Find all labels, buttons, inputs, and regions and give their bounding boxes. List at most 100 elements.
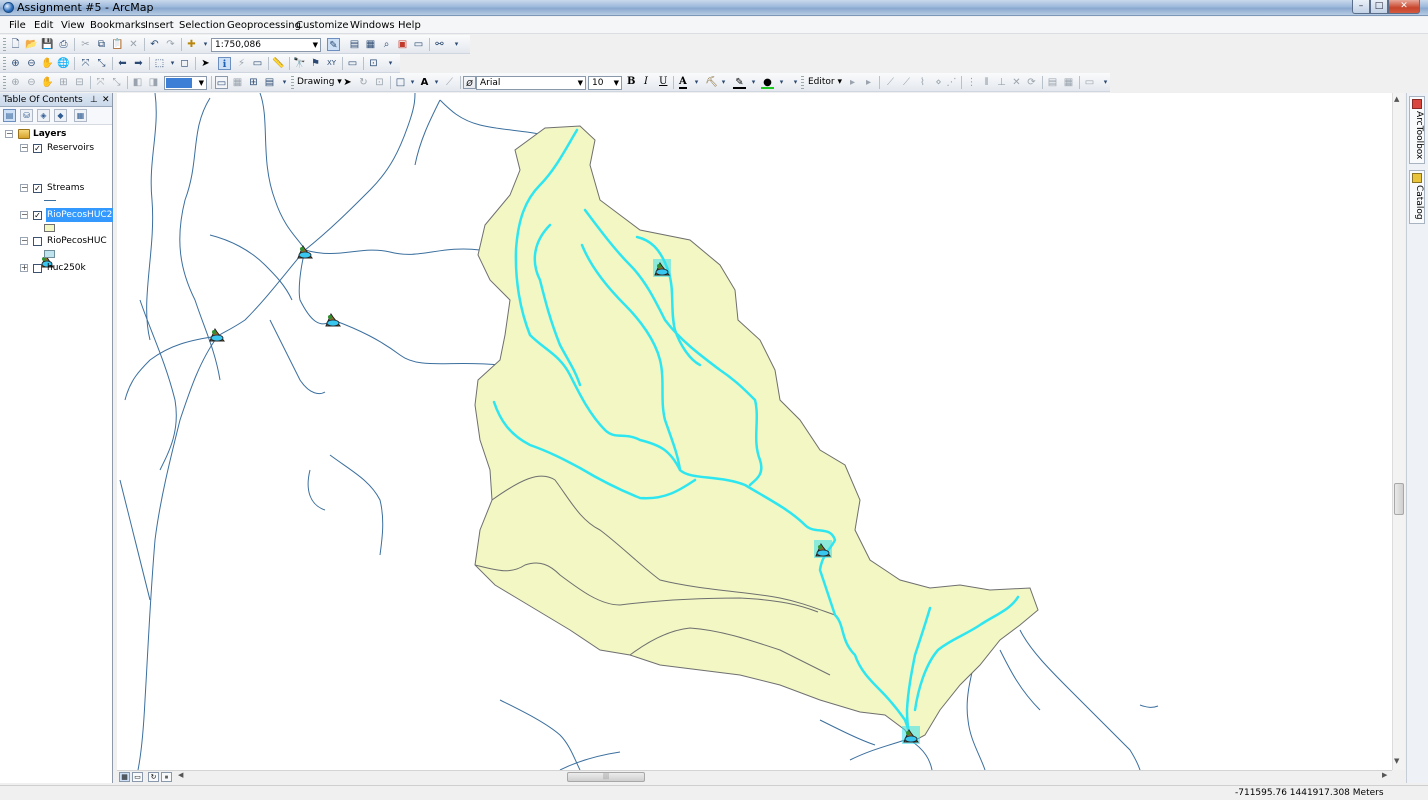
list-by-visibility-icon[interactable]: ◈ <box>37 109 50 122</box>
toolbar-grip[interactable] <box>3 57 6 70</box>
layout-fixed-zoom-out-icon[interactable]: ⤡ <box>110 76 123 89</box>
undo-icon[interactable]: ↶ <box>148 38 161 51</box>
menu-windows[interactable]: Windows <box>348 19 397 32</box>
end-point-arc-icon[interactable]: ⟋ <box>900 76 913 89</box>
trace-icon[interactable]: ⌇ <box>916 76 929 89</box>
menu-bookmarks[interactable]: Bookmarks <box>88 19 148 32</box>
font-color-dropdown-icon[interactable]: ▾ <box>690 76 703 89</box>
change-layout-icon[interactable]: ⊞ <box>247 76 260 89</box>
save-icon[interactable]: 💾 <box>41 38 54 51</box>
underline-button[interactable]: U <box>659 76 667 87</box>
pan-icon[interactable]: ✋ <box>41 57 54 70</box>
new-document-icon[interactable]: 🗋 <box>9 38 22 51</box>
menu-file[interactable]: File <box>7 19 28 32</box>
time-slider-icon[interactable]: ▭ <box>346 57 359 70</box>
catalog-tab[interactable]: Catalog <box>1409 170 1425 224</box>
layer-visibility-checkbox[interactable]: ✓ <box>33 211 42 220</box>
data-view-button[interactable]: ▦ <box>119 772 130 782</box>
toolbar-options-icon[interactable]: ▾ <box>384 57 397 70</box>
marker-color-icon[interactable]: ● <box>761 76 774 89</box>
identify-icon[interactable]: ℹ <box>218 57 231 70</box>
measure-icon[interactable]: 📏 <box>272 57 285 70</box>
list-by-selection-icon[interactable]: ◆ <box>54 109 67 122</box>
select-elements-icon[interactable]: ➤ <box>341 76 354 89</box>
reshape-icon[interactable]: ⋮ <box>965 76 978 89</box>
menu-insert[interactable]: Insert <box>143 19 176 32</box>
python-window-icon[interactable]: ▭ <box>412 38 425 51</box>
scroll-up-icon[interactable]: ▲ <box>1394 95 1399 103</box>
toolbar-options-icon[interactable]: ▾ <box>1099 76 1112 89</box>
zoom-in-icon[interactable]: ⊕ <box>9 57 22 70</box>
modelbuilder-icon[interactable]: ⚯ <box>433 38 446 51</box>
collapse-icon[interactable]: − <box>20 237 28 245</box>
edit-annotation-icon[interactable]: ▸ <box>862 76 875 89</box>
zoom-100-icon[interactable]: ⊟ <box>73 76 86 89</box>
print-icon[interactable]: ⎙ <box>57 38 70 51</box>
html-popup-icon[interactable]: ▭ <box>251 57 264 70</box>
toolbar-grip[interactable] <box>3 76 6 89</box>
toolbar-options-icon[interactable]: ▾ <box>278 76 291 89</box>
zoom-to-selected-elements-icon[interactable]: ⊡ <box>373 76 386 89</box>
clear-selection-icon[interactable]: ◻ <box>178 57 191 70</box>
select-features-icon[interactable]: ⬚ <box>153 57 166 70</box>
pin-icon[interactable]: ⊥ <box>90 93 98 107</box>
split-icon[interactable]: ⊥ <box>995 76 1008 89</box>
text-dropdown-icon[interactable]: ▾ <box>430 76 443 89</box>
close-button[interactable]: ✕ <box>1388 0 1420 14</box>
find-icon[interactable]: 🔭 <box>293 57 306 70</box>
editor-menu[interactable]: Editor ▾ <box>808 77 842 87</box>
redo-icon[interactable]: ↷ <box>164 38 177 51</box>
editor-window-icon[interactable]: ▭ <box>1083 76 1096 89</box>
fill-color-dropdown-icon[interactable]: ▾ <box>717 76 730 89</box>
layout-forward-icon[interactable]: ◨ <box>147 76 160 89</box>
toc-options-icon[interactable]: ▦ <box>74 109 87 122</box>
editor-toolbar-icon[interactable]: ✎ <box>327 38 340 51</box>
font-name-combobox[interactable]: Arial ▼ <box>476 76 586 90</box>
select-elements-icon[interactable]: ➤ <box>199 57 212 70</box>
rotate-icon[interactable]: ↻ <box>357 76 370 89</box>
create-features-icon[interactable]: ▦ <box>1062 76 1075 89</box>
layout-zoom-combobox[interactable]: ▼ <box>164 76 207 90</box>
toolbar-grip[interactable] <box>3 38 6 51</box>
toolbar-options-icon[interactable]: ▾ <box>450 38 463 51</box>
font-size-combobox[interactable]: 10 ▼ <box>588 76 622 90</box>
chevron-down-icon[interactable]: ▼ <box>578 77 583 89</box>
scroll-right-icon[interactable]: ▶ <box>1382 771 1387 779</box>
add-data-icon[interactable]: ✚ <box>185 38 198 51</box>
menu-selection[interactable]: Selection <box>177 19 227 32</box>
drawing-menu[interactable]: Drawing ▾ <box>297 77 342 87</box>
refresh-view-button[interactable]: ↻ <box>148 772 159 782</box>
layout-zoom-out-icon[interactable]: ⊖ <box>25 76 38 89</box>
hyperlink-icon[interactable]: ⚡ <box>235 57 248 70</box>
layer-visibility-checkbox[interactable] <box>33 237 42 246</box>
toolbar-grip[interactable] <box>801 76 804 89</box>
map-view[interactable] <box>117 93 1392 770</box>
list-by-source-icon[interactable]: ⛁ <box>20 109 33 122</box>
map-canvas[interactable] <box>117 93 1392 770</box>
pause-drawing-button[interactable]: ⏸ <box>161 772 172 782</box>
paste-icon[interactable]: 📋 <box>111 38 124 51</box>
map-horizontal-scrollbar[interactable]: ◀ ||| ▶ <box>177 771 1389 783</box>
chevron-down-icon[interactable]: ▼ <box>199 77 204 89</box>
go-back-icon[interactable]: ⬅ <box>116 57 129 70</box>
arctoolbox-tab[interactable]: ArcToolbox <box>1409 96 1425 164</box>
layout-fixed-zoom-in-icon[interactable]: ⤧ <box>94 76 107 89</box>
toc-layer-streams[interactable]: − ✓ Streams <box>0 181 113 195</box>
layout-back-icon[interactable]: ◧ <box>131 76 144 89</box>
maximize-button[interactable]: □ <box>1370 0 1388 14</box>
data-driven-pages-icon[interactable]: ▤ <box>263 76 276 89</box>
go-forward-icon[interactable]: ➡ <box>132 57 145 70</box>
toc-layer-reservoirs[interactable]: − ✓ Reservoirs <box>0 141 113 155</box>
edit-tool-icon[interactable]: ▸ <box>846 76 859 89</box>
layout-view-button[interactable]: ▭ <box>132 772 143 782</box>
layout-zoom-in-icon[interactable]: ⊕ <box>9 76 22 89</box>
font-icon[interactable]: Ø <box>463 76 476 89</box>
focus-data-frame-icon[interactable]: ▦ <box>231 76 244 89</box>
vertical-scroll-thumb[interactable] <box>1394 483 1404 515</box>
collapse-icon[interactable]: − <box>5 130 13 138</box>
collapse-icon[interactable]: − <box>20 144 28 152</box>
point-icon[interactable]: ⋄ <box>932 76 945 89</box>
horizontal-scroll-thumb[interactable]: ||| <box>567 772 645 782</box>
cut-icon[interactable]: ✂ <box>79 38 92 51</box>
cut-polygons-icon[interactable]: ⫴ <box>980 76 993 89</box>
